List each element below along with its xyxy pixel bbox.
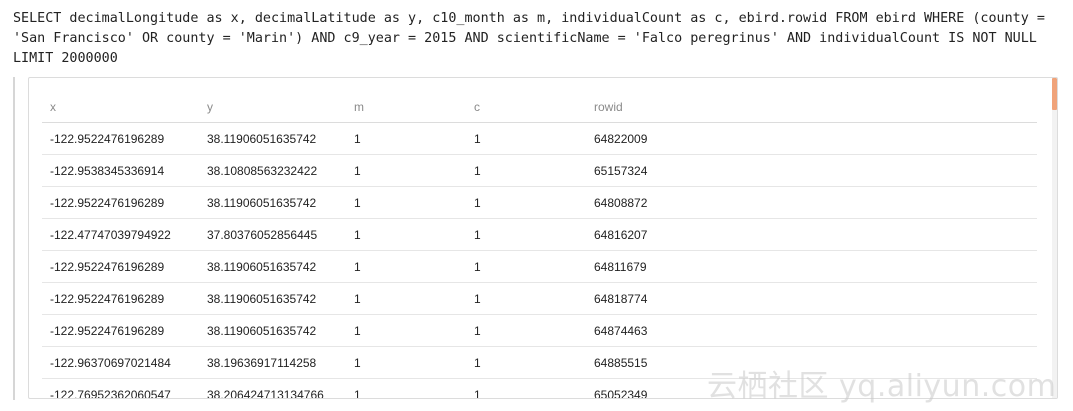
table-cell-y: 38.11906051635742 [199, 122, 346, 155]
table-cell-m: 1 [346, 154, 466, 187]
table-cell-y: 38.11906051635742 [199, 314, 346, 347]
table-cell-c: 1 [466, 282, 586, 315]
table-row: -122.47747039794922 37.80376052856445 1 1 64… [42, 218, 1037, 251]
table-cell-rowid: 64811679 [586, 250, 1037, 283]
table-cell-x: -122.9522476196289 [42, 186, 199, 219]
table-cell-x: -122.76952362060547 [42, 378, 199, 398]
table-row: -122.9522476196289 38.11906051635742 1 1 648… [42, 186, 1037, 219]
table-cell-rowid: 64818774 [586, 282, 1037, 315]
table-cell-y: 37.80376052856445 [199, 218, 346, 251]
table-cell-x: -122.9522476196289 [42, 122, 199, 155]
sql-query-line-2: 'San Francisco' OR county = 'Marin') AND… [13, 31, 1037, 46]
table-cell-m: 1 [346, 122, 466, 155]
column-header-y[interactable]: y [199, 92, 346, 123]
table-cell-c: 1 [466, 154, 586, 187]
table-cell-m: 1 [346, 186, 466, 219]
table-row: -122.9538345336914 38.10808563232422 1 1 651… [42, 154, 1037, 187]
table-cell-y: 38.11906051635742 [199, 250, 346, 283]
table-cell-x: -122.9522476196289 [42, 314, 199, 347]
table-cell-rowid: 64816207 [586, 218, 1037, 251]
table-cell-c: 1 [466, 218, 586, 251]
site-watermark: 云栖社区 yq.aliyun.com [707, 369, 1057, 404]
table-cell-y: 38.11906051635742 [199, 186, 346, 219]
table-cell-x: -122.96370697021484 [42, 346, 199, 379]
column-header-m[interactable]: m [346, 92, 466, 123]
table-cell-x: -122.9538345336914 [42, 154, 199, 187]
sql-query-line-3: LIMIT 2000000 [13, 51, 118, 66]
table-cell-m: 1 [346, 250, 466, 283]
results-table-body: -122.9522476196289 38.11906051635742 1 1 648… [42, 122, 1037, 398]
column-header-rowid[interactable]: rowid [586, 92, 1037, 123]
results-panel[interactable]: x y m c rowid -122.9522476196289 38.119060516… [28, 77, 1058, 399]
table-cell-m: 1 [346, 314, 466, 347]
table-cell-rowid: 64874463 [586, 314, 1037, 347]
table-cell-m: 1 [346, 346, 466, 379]
table-cell-x: -122.9522476196289 [42, 282, 199, 315]
table-cell-c: 1 [466, 186, 586, 219]
table-cell-rowid: 65157324 [586, 154, 1037, 187]
table-header-row: x y m c rowid [42, 92, 1037, 123]
table-cell-y: 38.19636917114258 [199, 346, 346, 379]
table-cell-c: 1 [466, 250, 586, 283]
table-row: -122.9522476196289 38.11906051635742 1 1 648… [42, 122, 1037, 155]
table-cell-x: -122.9522476196289 [42, 250, 199, 283]
table-row: -122.9522476196289 38.11906051635742 1 1 648… [42, 314, 1037, 347]
table-row: -122.9522476196289 38.11906051635742 1 1 648… [42, 282, 1037, 315]
column-header-x[interactable]: x [42, 92, 199, 123]
table-cell-x: -122.47747039794922 [42, 218, 199, 251]
table-cell-y: 38.10808563232422 [199, 154, 346, 187]
results-table: x y m c rowid -122.9522476196289 38.119060516… [42, 92, 1037, 398]
table-cell-rowid: 64822009 [586, 122, 1037, 155]
table-cell-c: 1 [466, 314, 586, 347]
table-cell-c: 1 [466, 346, 586, 379]
vertical-scrollbar[interactable] [1052, 78, 1057, 398]
table-cell-y: 38.206424713134766 [199, 378, 346, 398]
sql-query-text: SELECT decimalLongitude as x, decimalLat… [13, 9, 1063, 69]
table-row: -122.9522476196289 38.11906051635742 1 1 648… [42, 250, 1037, 283]
table-cell-m: 1 [346, 218, 466, 251]
table-cell-c: 1 [466, 378, 586, 398]
table-cell-m: 1 [346, 282, 466, 315]
table-cell-m: 1 [346, 378, 466, 398]
table-cell-y: 38.11906051635742 [199, 282, 346, 315]
sql-query-line-1: SELECT decimalLongitude as x, decimalLat… [13, 11, 1045, 26]
scrollbar-thumb[interactable] [1052, 78, 1057, 110]
column-header-c[interactable]: c [466, 92, 586, 123]
table-cell-c: 1 [466, 122, 586, 155]
table-cell-rowid: 64808872 [586, 186, 1037, 219]
